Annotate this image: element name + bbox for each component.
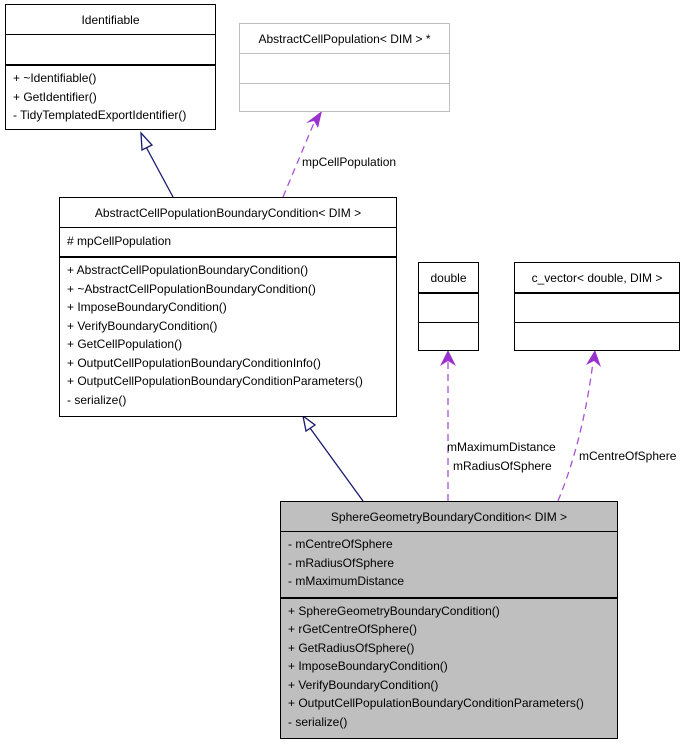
class-identifiable[interactable]: Identifiable + ~Identifiable() + GetIden… — [5, 4, 216, 130]
method: - serialize() — [288, 714, 348, 729]
method: + ImposeBoundaryCondition() — [67, 300, 227, 314]
method: + AbstractCellPopulationBoundaryConditio… — [67, 263, 309, 277]
attribute: - mMaximumDistance — [288, 574, 405, 588]
attributes-section — [240, 53, 449, 83]
edge-label-mradiusofsphere: mRadiusOfSphere — [453, 459, 552, 473]
method: + SphereGeometryBoundaryCondition() — [288, 603, 500, 618]
attributes-section — [419, 292, 478, 322]
attributes-section: # mpCellPopulation — [60, 227, 396, 256]
class-title: SphereGeometryBoundaryCondition< DIM > — [330, 510, 568, 524]
usage-arrowhead-cvector — [586, 350, 601, 367]
method: + GetIdentifier() — [13, 89, 97, 104]
method: + OutputCellPopulationBoundaryConditionI… — [67, 355, 321, 370]
edge-label-mmaximumdistance: mMaximumDistance — [447, 440, 556, 454]
method: - serialize() — [67, 392, 127, 407]
method: + rGetCentreOfSphere() — [288, 622, 418, 636]
method: + VerifyBoundaryCondition() — [288, 677, 439, 692]
class-double[interactable]: double — [418, 262, 479, 351]
method: + ImposeBoundaryCondition() — [288, 659, 448, 673]
inheritance-edge-abstract-to-identifiable — [144, 144, 174, 198]
class-c-vector[interactable]: c_vector< double, DIM > — [514, 262, 680, 351]
attribute: # mpCellPopulation — [67, 234, 172, 248]
methods-section — [240, 83, 449, 112]
class-title: double — [430, 271, 467, 285]
class-sphere-geometry-boundary-condition[interactable]: SphereGeometryBoundaryCondition< DIM > -… — [280, 501, 618, 739]
usage-arrowhead-double — [440, 350, 456, 366]
attribute: - mCentreOfSphere — [288, 537, 393, 551]
method: + ~Identifiable() — [13, 71, 97, 85]
method: + ~AbstractCellPopulationBoundaryConditi… — [67, 281, 316, 296]
class-title: AbstractCellPopulationBoundaryCondition<… — [94, 206, 362, 220]
method: + OutputCellPopulationBoundaryConditionP… — [67, 374, 363, 388]
inheritance-arrowhead-identifiable — [140, 131, 154, 152]
attributes-section: - mCentreOfSphere - mRadiusOfSphere - mM… — [281, 531, 617, 597]
edge-label-mpcellpopulation: mpCellPopulation — [302, 155, 397, 169]
class-title: Identifiable — [81, 13, 140, 27]
methods-section — [515, 322, 679, 351]
methods-section: + AbstractCellPopulationBoundaryConditio… — [60, 256, 396, 412]
class-title: AbstractCellPopulation< DIM > * — [258, 32, 431, 46]
methods-section: + SphereGeometryBoundaryCondition() + rG… — [281, 596, 617, 735]
edge-label-mcentreofsphere: mCentreOfSphere — [579, 449, 677, 463]
inheritance-arrowhead-abstract — [302, 414, 317, 433]
method: + VerifyBoundaryCondition() — [67, 318, 218, 333]
methods-section — [419, 322, 478, 351]
attributes-section — [6, 34, 215, 64]
class-abstract-cell-population-ptr[interactable]: AbstractCellPopulation< DIM > * — [239, 23, 450, 112]
attribute: - mRadiusOfSphere — [288, 555, 395, 570]
usage-edge-cvector — [557, 361, 594, 502]
method: - TidyTemplatedExportIdentifier() — [13, 108, 187, 122]
class-title: c_vector< double, DIM > — [531, 271, 663, 285]
inheritance-edge-sphere-to-abstract — [309, 427, 364, 502]
methods-section: + ~Identifiable() + GetIdentifier() - Ti… — [6, 64, 215, 128]
usage-arrowhead-cellpopulation — [306, 111, 322, 128]
method: + GetRadiusOfSphere() — [288, 640, 415, 655]
attributes-section — [515, 292, 679, 322]
class-abstract-boundary-condition[interactable]: AbstractCellPopulationBoundaryCondition<… — [59, 197, 397, 417]
method: + GetCellPopulation() — [67, 337, 183, 351]
method: + OutputCellPopulationBoundaryConditionP… — [288, 696, 584, 710]
